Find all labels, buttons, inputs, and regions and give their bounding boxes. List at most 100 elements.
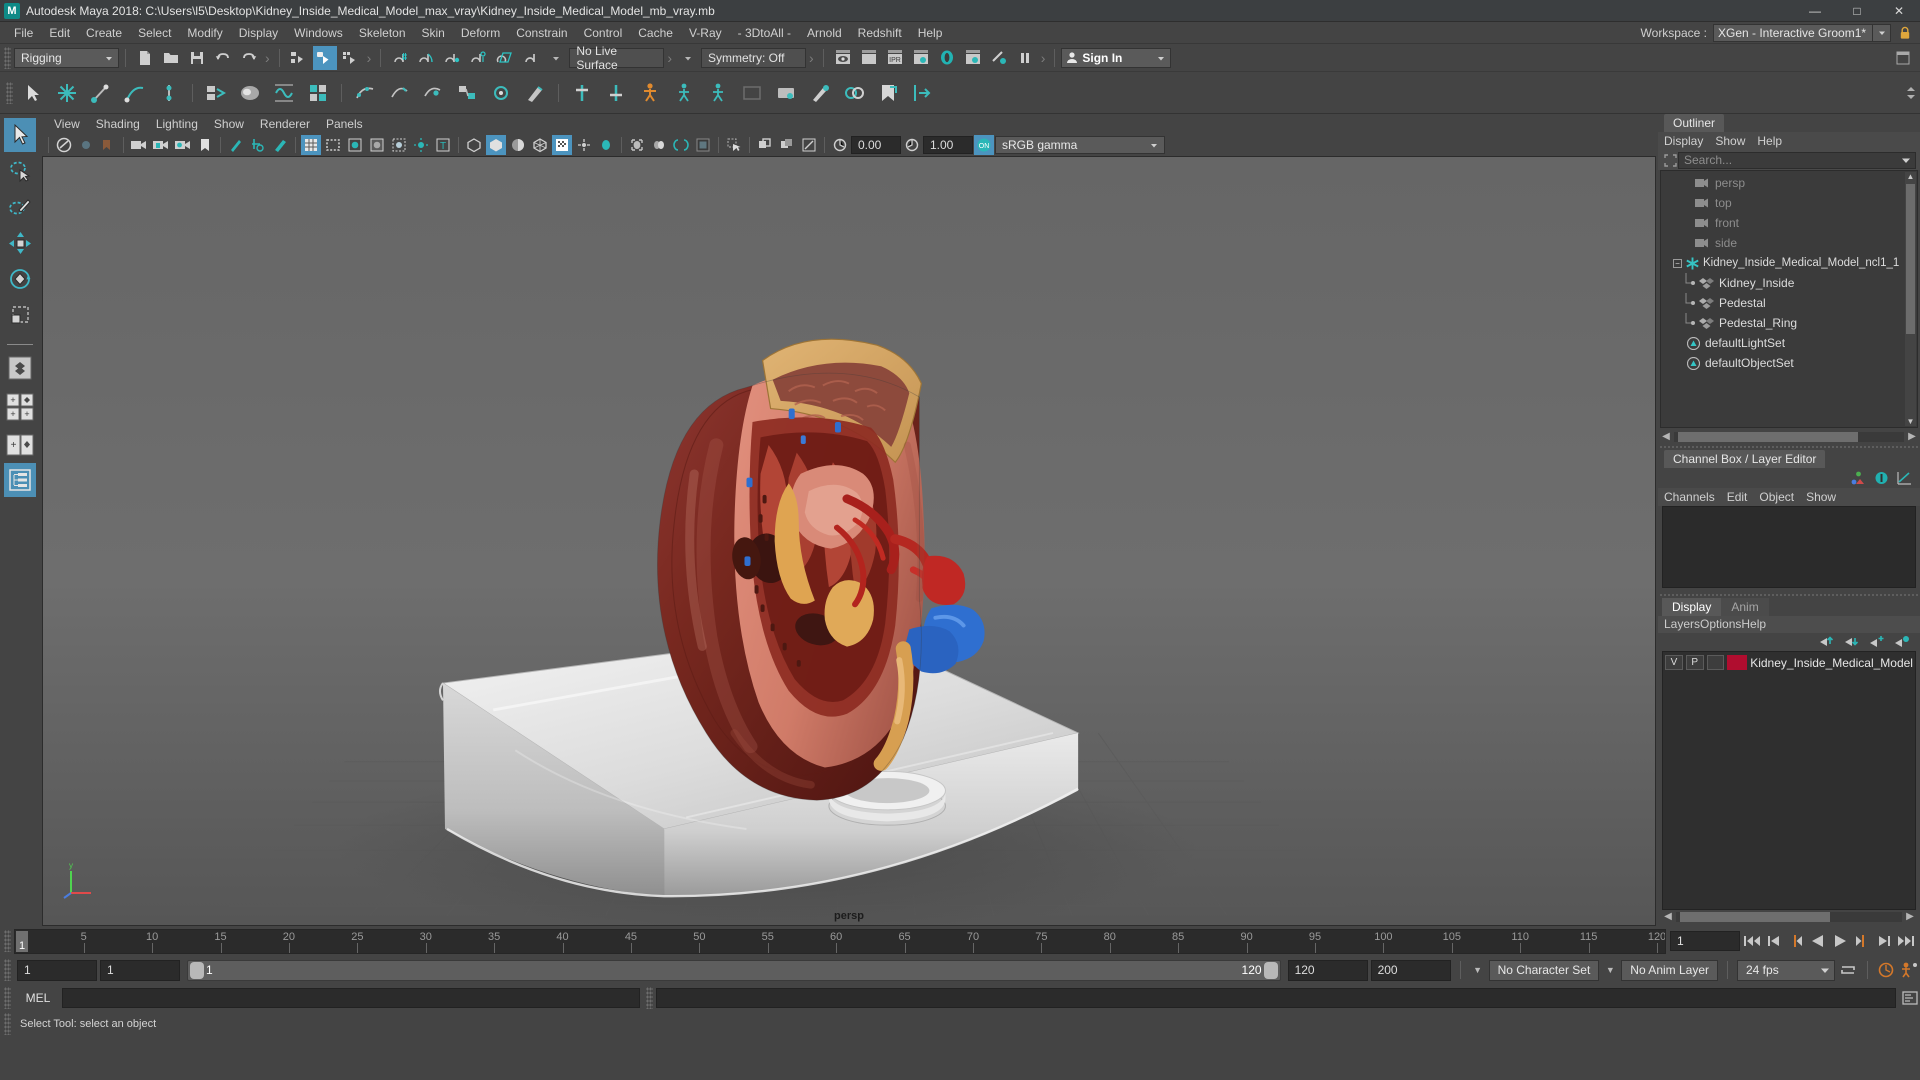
single-perspective-layout-button[interactable] — [4, 351, 36, 385]
current-time-indicator[interactable]: 1 — [16, 930, 28, 952]
xray-icon[interactable] — [464, 135, 484, 155]
image-plane-icon[interactable] — [195, 135, 215, 155]
channel-box-toggle-icon[interactable] — [1874, 471, 1889, 485]
outliner-layout-button[interactable] — [4, 463, 36, 497]
move-layer-up-icon[interactable] — [1819, 635, 1835, 648]
outliner-item-pedestal-ring[interactable]: Pedestal_Ring — [1661, 313, 1917, 333]
move-layer-down-icon[interactable] — [1844, 635, 1860, 648]
menu-skin[interactable]: Skin — [414, 24, 453, 42]
close-button[interactable]: ✕ — [1878, 0, 1920, 22]
menu-create[interactable]: Create — [78, 24, 130, 42]
snap-to-point-button[interactable] — [440, 46, 464, 70]
make-live-button[interactable] — [518, 46, 542, 70]
select-object-button[interactable] — [312, 45, 337, 70]
scroll-right-arrow-icon[interactable]: ▶ — [1906, 431, 1918, 442]
chevron-down-icon[interactable] — [1873, 23, 1891, 42]
go-to-start-button[interactable] — [1742, 931, 1762, 951]
save-scene-button[interactable] — [185, 46, 209, 70]
move-tool[interactable] — [4, 226, 36, 260]
outliner-search-input[interactable]: Search... — [1678, 151, 1916, 169]
perspective-viewport[interactable]: y persp — [42, 156, 1656, 926]
shelf-paint-skin-weights-icon[interactable] — [805, 78, 835, 108]
exposure-field[interactable]: 0.00 — [851, 136, 901, 154]
motion-blur-icon[interactable] — [596, 135, 616, 155]
gamma-icon[interactable] — [902, 135, 922, 155]
shaded-sphere-icon[interactable] — [345, 135, 365, 155]
shelf-blendshape-icon[interactable] — [418, 78, 448, 108]
playback-speed-dropdown[interactable]: 24 fps — [1737, 959, 1835, 981]
render-settings-button[interactable] — [909, 46, 933, 70]
layer-menu-layers[interactable]: Layers — [1664, 617, 1700, 631]
viewport-exposure-icon[interactable] — [799, 135, 819, 155]
menu-3dtoall[interactable]: - 3DtoAll - — [730, 24, 799, 42]
menu-cache[interactable]: Cache — [630, 24, 681, 42]
loop-playback-button[interactable] — [1838, 960, 1858, 980]
outliner-horizontal-scrollbar[interactable]: ◀ ▶ — [1660, 429, 1918, 444]
two-d-pan-zoom-icon[interactable] — [226, 135, 246, 155]
shelf-point-constraint-icon[interactable] — [601, 78, 631, 108]
select-camera-icon[interactable] — [54, 135, 74, 155]
play-backwards-button[interactable] — [1808, 931, 1828, 951]
command-result-field[interactable] — [656, 988, 1896, 1008]
previous-key-button[interactable] — [1786, 931, 1806, 951]
character-set-chevron-icon[interactable]: ▼ — [1470, 965, 1486, 975]
shelf-ik-spline-icon[interactable] — [120, 78, 150, 108]
shelf-joint-tool-icon[interactable] — [52, 78, 82, 108]
select-component-button[interactable] — [339, 46, 363, 70]
scroll-left-arrow-icon[interactable]: ◀ — [1660, 431, 1672, 442]
paint-effects-icon[interactable] — [270, 135, 290, 155]
xray-active-components-icon[interactable] — [508, 135, 528, 155]
select-hierarchy-button[interactable] — [287, 46, 311, 70]
shelf-deform-grid-icon[interactable] — [303, 78, 333, 108]
menu-arnold[interactable]: Arnold — [799, 24, 850, 42]
snap-to-view-planes-button[interactable] — [492, 46, 516, 70]
snap-to-curve-button[interactable] — [414, 46, 438, 70]
menu-deform[interactable]: Deform — [453, 24, 508, 42]
outliner-item-pedestal[interactable]: Pedestal — [1661, 293, 1917, 313]
menu-redshift[interactable]: Redshift — [850, 24, 910, 42]
grease-pencil-icon[interactable] — [248, 135, 268, 155]
select-objects-icon[interactable] — [724, 135, 744, 155]
shelf-bind-skin-icon[interactable] — [201, 78, 231, 108]
shelf-pose-editor-icon[interactable] — [771, 78, 801, 108]
range-end-handle[interactable] — [1263, 961, 1278, 979]
anim-layer-dropdown[interactable]: No Anim Layer — [1621, 959, 1718, 981]
channelbox-menu-object[interactable]: Object — [1759, 490, 1802, 504]
scroll-right-arrow-icon[interactable]: ▶ — [1904, 911, 1916, 922]
smooth-shade-icon[interactable] — [323, 135, 343, 155]
isolate-select-icon[interactable] — [671, 135, 691, 155]
color-management-toggle[interactable]: ON — [974, 135, 994, 155]
channelbox-menu-show[interactable]: Show — [1806, 490, 1844, 504]
four-view-layout-button[interactable]: + + + — [4, 387, 36, 427]
outliner-item-default-light-set[interactable]: defaultLightSet — [1661, 333, 1917, 353]
color-management-dropdown[interactable]: sRGB gamma — [995, 136, 1165, 154]
channel-box-content[interactable] — [1662, 505, 1916, 588]
background-color-icon[interactable] — [693, 135, 713, 155]
range-start-field[interactable]: 1 — [100, 959, 180, 981]
shelf-sculpt-icon[interactable] — [520, 78, 550, 108]
mel-script-type-label[interactable]: MEL — [14, 991, 62, 1005]
shelf-cluster-icon[interactable] — [350, 78, 380, 108]
outliner-item-kidney-inside[interactable]: Kidney_Inside — [1661, 273, 1917, 293]
outliner-item-persp[interactable]: persp — [1661, 173, 1917, 193]
rotate-tool[interactable] — [4, 262, 36, 296]
go-to-end-button[interactable] — [1896, 931, 1916, 951]
sign-in-button[interactable]: Sign In — [1061, 47, 1172, 68]
chevron-down-icon[interactable] — [544, 46, 568, 70]
script-editor-button[interactable] — [1900, 988, 1920, 1008]
range-start-handle[interactable] — [190, 961, 204, 979]
layer-playback-toggle[interactable]: P — [1685, 655, 1704, 670]
shelf-insert-joint-icon[interactable] — [154, 78, 184, 108]
auto-keyframe-button[interactable] — [1877, 960, 1897, 980]
outliner-menu-help[interactable]: Help — [1757, 134, 1790, 148]
shelf-paint-weights-icon[interactable] — [235, 78, 265, 108]
snap-to-grid-button[interactable] — [388, 46, 412, 70]
shelf-smooth-bind-icon[interactable] — [269, 78, 299, 108]
command-line-grip[interactable] — [4, 987, 11, 1009]
lock-camera-icon[interactable] — [76, 135, 96, 155]
shelf-human-ik-icon[interactable] — [703, 78, 733, 108]
channelbox-menu-channels[interactable]: Channels — [1664, 490, 1723, 504]
two-pane-layout-button[interactable]: + — [4, 429, 36, 461]
search-scope-icon[interactable] — [1662, 152, 1678, 168]
scrollbar-track[interactable] — [1674, 431, 1904, 442]
